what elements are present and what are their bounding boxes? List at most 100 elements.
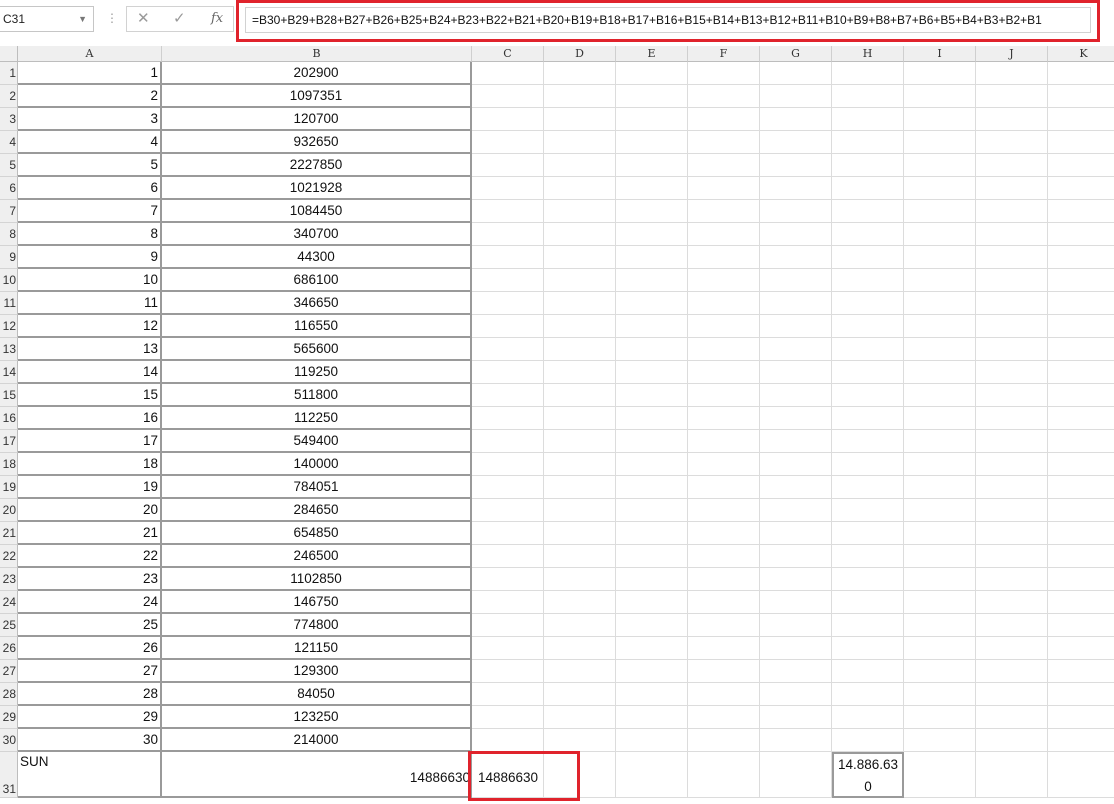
cell-b27[interactable]: 129300 <box>162 660 472 683</box>
row-header[interactable]: 13 <box>0 338 18 361</box>
cell-f23[interactable] <box>688 568 760 591</box>
cell-k19[interactable] <box>1048 476 1114 499</box>
cell-j27[interactable] <box>976 660 1048 683</box>
cell-j18[interactable] <box>976 453 1048 476</box>
row-header[interactable]: 14 <box>0 361 18 384</box>
cell-h14[interactable] <box>832 361 904 384</box>
cell-d12[interactable] <box>544 315 616 338</box>
cell-e8[interactable] <box>616 223 688 246</box>
column-header-i[interactable]: I <box>904 46 976 62</box>
cell-i26[interactable] <box>904 637 976 660</box>
cell-g16[interactable] <box>760 407 832 430</box>
cancel-icon[interactable]: ✕ <box>137 9 150 27</box>
cell-h21[interactable] <box>832 522 904 545</box>
cell-h23[interactable] <box>832 568 904 591</box>
cell-i8[interactable] <box>904 223 976 246</box>
cell-a8[interactable]: 8 <box>18 223 162 246</box>
cell-h6[interactable] <box>832 177 904 200</box>
cell-k25[interactable] <box>1048 614 1114 637</box>
cell-b2[interactable]: 1097351 <box>162 85 472 108</box>
cell-e27[interactable] <box>616 660 688 683</box>
cell-g10[interactable] <box>760 269 832 292</box>
cell-e16[interactable] <box>616 407 688 430</box>
cell-d11[interactable] <box>544 292 616 315</box>
row-header[interactable]: 21 <box>0 522 18 545</box>
cell-k2[interactable] <box>1048 85 1114 108</box>
cell-h12[interactable] <box>832 315 904 338</box>
cell-g5[interactable] <box>760 154 832 177</box>
cell-c4[interactable] <box>472 131 544 154</box>
cell-i29[interactable] <box>904 706 976 729</box>
cell-d15[interactable] <box>544 384 616 407</box>
cell-g28[interactable] <box>760 683 832 706</box>
cell-h31-value[interactable]: 14.886.63 0 <box>832 752 904 798</box>
cell-i3[interactable] <box>904 108 976 131</box>
column-header-b[interactable]: B <box>162 46 472 62</box>
cell-e5[interactable] <box>616 154 688 177</box>
cell-i6[interactable] <box>904 177 976 200</box>
cell-i28[interactable] <box>904 683 976 706</box>
cell-j13[interactable] <box>976 338 1048 361</box>
cell-a7[interactable]: 7 <box>18 200 162 223</box>
cell-f28[interactable] <box>688 683 760 706</box>
cell-j6[interactable] <box>976 177 1048 200</box>
cell-g30[interactable] <box>760 729 832 752</box>
cell-f17[interactable] <box>688 430 760 453</box>
cell-k14[interactable] <box>1048 361 1114 384</box>
cell-g19[interactable] <box>760 476 832 499</box>
cell-f19[interactable] <box>688 476 760 499</box>
cell-g3[interactable] <box>760 108 832 131</box>
cell-b24[interactable]: 146750 <box>162 591 472 614</box>
cell-a16[interactable]: 16 <box>18 407 162 430</box>
cell-g2[interactable] <box>760 85 832 108</box>
cell-a9[interactable]: 9 <box>18 246 162 269</box>
cell-i13[interactable] <box>904 338 976 361</box>
column-header-e[interactable]: E <box>616 46 688 62</box>
cell-a19[interactable]: 19 <box>18 476 162 499</box>
cell-e2[interactable] <box>616 85 688 108</box>
cell-i27[interactable] <box>904 660 976 683</box>
cell-g7[interactable] <box>760 200 832 223</box>
cell-e25[interactable] <box>616 614 688 637</box>
cell-k15[interactable] <box>1048 384 1114 407</box>
cell-b9[interactable]: 44300 <box>162 246 472 269</box>
cell-j29[interactable] <box>976 706 1048 729</box>
cell-a24[interactable]: 24 <box>18 591 162 614</box>
cell-k8[interactable] <box>1048 223 1114 246</box>
cell-i22[interactable] <box>904 545 976 568</box>
cell-c3[interactable] <box>472 108 544 131</box>
cell-b10[interactable]: 686100 <box>162 269 472 292</box>
row-header[interactable]: 19 <box>0 476 18 499</box>
cell-j15[interactable] <box>976 384 1048 407</box>
cell-b4[interactable]: 932650 <box>162 131 472 154</box>
cell-i2[interactable] <box>904 85 976 108</box>
cell-d10[interactable] <box>544 269 616 292</box>
cell-g1[interactable] <box>760 62 832 85</box>
cell-h24[interactable] <box>832 591 904 614</box>
cell-j8[interactable] <box>976 223 1048 246</box>
cell-e18[interactable] <box>616 453 688 476</box>
cell-e11[interactable] <box>616 292 688 315</box>
cell-b11[interactable]: 346650 <box>162 292 472 315</box>
cell-e6[interactable] <box>616 177 688 200</box>
cell-c25[interactable] <box>472 614 544 637</box>
cell-e4[interactable] <box>616 131 688 154</box>
cell-e17[interactable] <box>616 430 688 453</box>
cell-g8[interactable] <box>760 223 832 246</box>
cell-b8[interactable]: 340700 <box>162 223 472 246</box>
cell-h20[interactable] <box>832 499 904 522</box>
cell-f1[interactable] <box>688 62 760 85</box>
cell-a1[interactable]: 1 <box>18 62 162 85</box>
cell-j17[interactable] <box>976 430 1048 453</box>
cell-a26[interactable]: 26 <box>18 637 162 660</box>
column-header-f[interactable]: F <box>688 46 760 62</box>
cell-e26[interactable] <box>616 637 688 660</box>
cell-b18[interactable]: 140000 <box>162 453 472 476</box>
cell-b13[interactable]: 565600 <box>162 338 472 361</box>
cell-f21[interactable] <box>688 522 760 545</box>
cell-k28[interactable] <box>1048 683 1114 706</box>
cell-f27[interactable] <box>688 660 760 683</box>
cell-g20[interactable] <box>760 499 832 522</box>
cell-d26[interactable] <box>544 637 616 660</box>
cell-j2[interactable] <box>976 85 1048 108</box>
